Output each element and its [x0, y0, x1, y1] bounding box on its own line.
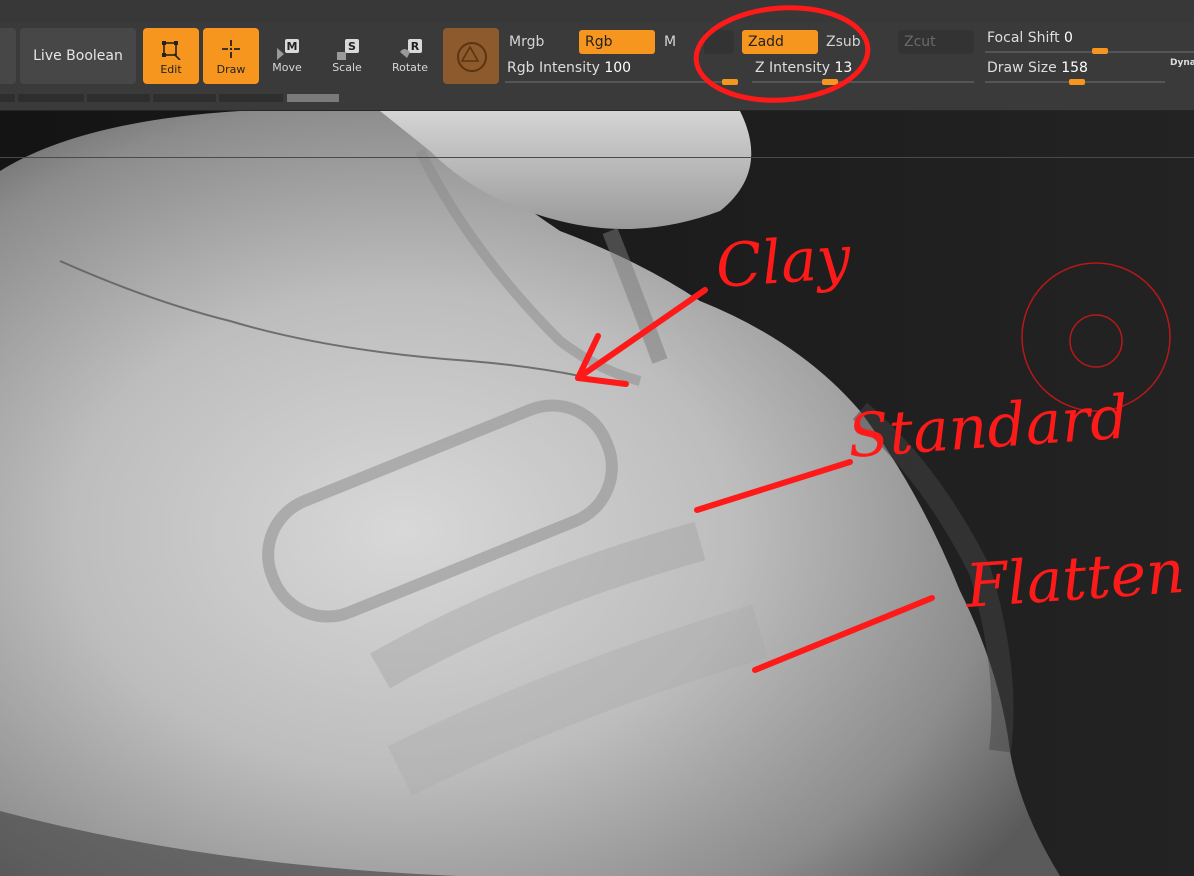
z-intensity-label: Z Intensity — [755, 60, 830, 76]
sculpt-viewport[interactable] — [0, 111, 1194, 876]
tab-segment[interactable] — [219, 94, 283, 102]
scale-icon: S — [335, 38, 359, 62]
rotate-button[interactable]: R Rotate — [385, 34, 435, 82]
z-intensity-slider-label: Z Intensity 13 — [755, 60, 852, 76]
live-boolean-button[interactable]: Live Boolean — [20, 28, 136, 84]
edit-icon — [143, 38, 199, 62]
top-toolbar: Live Boolean Edit Draw M Move S Scale R … — [0, 0, 1194, 111]
move-key-letter: M — [287, 40, 298, 53]
zbrush-window: Live Boolean Edit Draw M Move S Scale R … — [0, 0, 1194, 876]
move-button[interactable]: M Move — [262, 34, 312, 82]
move-label: Move — [272, 61, 302, 74]
document-tab-strip — [0, 94, 1194, 104]
rotate-key-letter: R — [411, 40, 420, 53]
scale-label: Scale — [332, 61, 362, 74]
draw-size-knob[interactable] — [1069, 79, 1085, 85]
rgb-intensity-slider-label: Rgb Intensity 100 — [507, 60, 631, 76]
edit-label: Edit — [160, 63, 182, 76]
focal-shift-label: Focal Shift — [987, 30, 1060, 46]
move-icon: M — [275, 38, 299, 62]
focal-shift-slider[interactable] — [985, 51, 1194, 53]
rgb-intensity-value: 100 — [604, 60, 632, 76]
tab-segment[interactable] — [87, 94, 150, 102]
focal-shift-knob[interactable] — [1092, 48, 1108, 54]
toolbar-header-strip — [0, 0, 1194, 22]
edit-button[interactable]: Edit — [143, 28, 199, 84]
brush-icon — [457, 42, 487, 72]
z-intensity-knob[interactable] — [822, 79, 838, 85]
draw-button[interactable]: Draw — [203, 28, 259, 84]
rgb-intensity-slider[interactable] — [505, 81, 737, 83]
draw-size-label: Draw Size — [987, 60, 1057, 76]
z-intensity-slider[interactable] — [752, 81, 974, 83]
rgb-intensity-knob[interactable] — [722, 79, 738, 85]
zadd-toggle[interactable]: Zadd — [742, 30, 818, 54]
mrgb-toggle[interactable]: Mrgb — [503, 30, 573, 54]
rotate-icon: R — [398, 38, 422, 62]
draw-size-slider-label: Draw Size 158 — [987, 60, 1088, 76]
draw-label: Draw — [216, 63, 246, 76]
focal-shift-value: 0 — [1064, 30, 1073, 46]
floor-grid-line — [0, 157, 1194, 158]
tab-segment[interactable] — [18, 94, 84, 102]
tab-segment[interactable] — [0, 94, 15, 102]
tab-segment-active[interactable] — [287, 94, 339, 102]
rgb-intensity-label: Rgb Intensity — [507, 60, 600, 76]
z-intensity-value: 13 — [834, 60, 853, 76]
draw-size-value: 158 — [1061, 60, 1088, 76]
zcut-toggle[interactable]: Zcut — [898, 30, 974, 54]
dynamic-toggle-label[interactable]: Dyna — [1170, 58, 1194, 68]
tab-segment[interactable] — [153, 94, 216, 102]
m-toggle-end — [704, 30, 734, 54]
zsub-toggle[interactable]: Zsub — [820, 30, 896, 54]
toolbar-left-button-edge[interactable] — [0, 28, 16, 84]
rgb-toggle[interactable]: Rgb — [579, 30, 655, 54]
focal-shift-slider-label: Focal Shift 0 — [987, 30, 1073, 46]
rotate-label: Rotate — [391, 61, 428, 74]
sculpt-mesh — [0, 111, 1194, 876]
current-brush-button[interactable] — [443, 28, 499, 84]
scale-button[interactable]: S Scale — [322, 34, 372, 82]
draw-icon — [203, 38, 259, 62]
scale-key-letter: S — [348, 40, 356, 53]
